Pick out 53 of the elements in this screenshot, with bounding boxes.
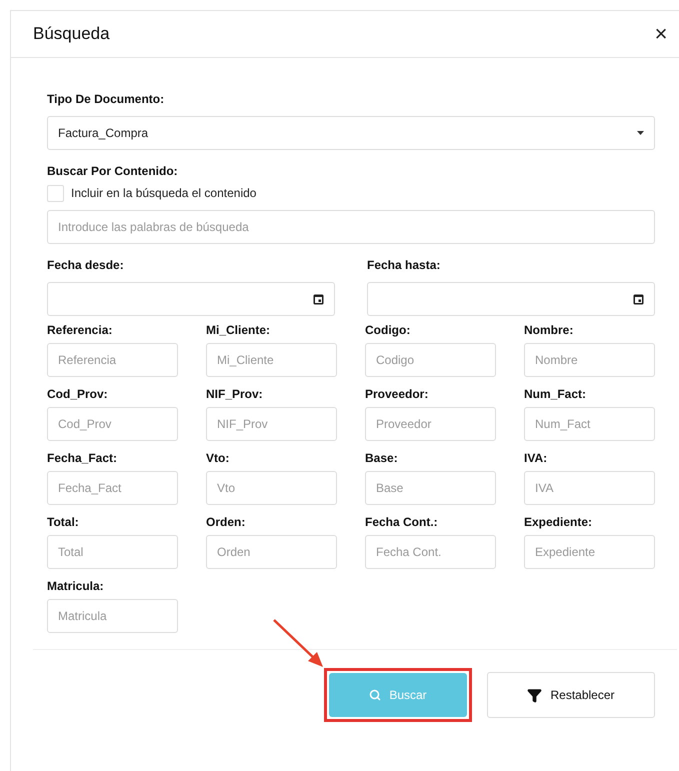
input-field[interactable]: Total [47, 535, 178, 569]
search-icon [369, 689, 382, 701]
input-field[interactable]: Fecha_Fact [47, 471, 178, 505]
field-label: Tipo De Documento: [47, 92, 166, 106]
input-field[interactable]: Codigo [365, 343, 496, 377]
search-words-field[interactable]: Introduce las palabras de búsqueda [47, 210, 655, 244]
calendar-icon[interactable] [313, 294, 324, 304]
input-field[interactable]: Cod_Prov [47, 407, 178, 441]
date-field[interactable] [367, 282, 655, 316]
field-label: Fecha Cont.: [365, 515, 439, 529]
input-field[interactable]: Nombre [524, 343, 655, 377]
field-label: Mi_Cliente: [206, 323, 272, 337]
close-button[interactable]: × [651, 23, 671, 45]
input-field[interactable]: Matricula [47, 599, 178, 633]
field-label: Referencia: [47, 323, 114, 337]
field-label: Orden: [206, 515, 246, 529]
checkbox-label: Incluir en la búsqueda el contenido [71, 185, 256, 202]
field-label: Proveedor: [365, 387, 430, 401]
input-field[interactable]: Base [365, 471, 496, 505]
input-field[interactable]: Referencia [47, 343, 178, 377]
arrow-drawing [272, 618, 324, 668]
field-label: Total: [47, 515, 80, 529]
input-field[interactable]: Orden [206, 535, 337, 569]
caret-icon [637, 131, 644, 135]
input-field[interactable]: Vto [206, 471, 337, 505]
field-label: Expediente: [524, 515, 594, 529]
input-field[interactable]: NIF_Prov [206, 407, 337, 441]
field-label: Nombre: [524, 323, 574, 337]
input-field[interactable]: Mi_Cliente [206, 343, 337, 377]
date-field[interactable] [47, 282, 335, 316]
field-label: Codigo: [365, 323, 412, 337]
field-label: NIF_Prov: [206, 387, 264, 401]
field-label: Vto: [206, 451, 230, 465]
input-field[interactable]: IVA [524, 471, 655, 505]
input-field[interactable]: Num_Fact [524, 407, 655, 441]
field-label: Base: [365, 451, 399, 465]
reset-button[interactable]: Restablecer [487, 672, 655, 718]
field-label: Cod_Prov: [47, 387, 109, 401]
input-field[interactable]: Expediente [524, 535, 655, 569]
input-field[interactable]: Fecha Cont. [365, 535, 496, 569]
checkbox[interactable] [47, 184, 64, 202]
field-label: Fecha desde: [47, 258, 125, 272]
field-label: Fecha hasta: [367, 258, 442, 272]
field-label: Matricula: [47, 579, 105, 593]
dialog-title: Búsqueda [33, 23, 110, 46]
field-label: Fecha_Fact: [47, 451, 118, 465]
field-label: Buscar Por Contenido: [47, 164, 179, 178]
field-label: IVA: [524, 451, 548, 465]
document-type-select[interactable]: Factura_Compra [47, 116, 655, 150]
funnel-icon [527, 688, 542, 702]
calendar-icon[interactable] [633, 294, 644, 304]
input-field[interactable]: Proveedor [365, 407, 496, 441]
field-label: Num_Fact: [524, 387, 588, 401]
